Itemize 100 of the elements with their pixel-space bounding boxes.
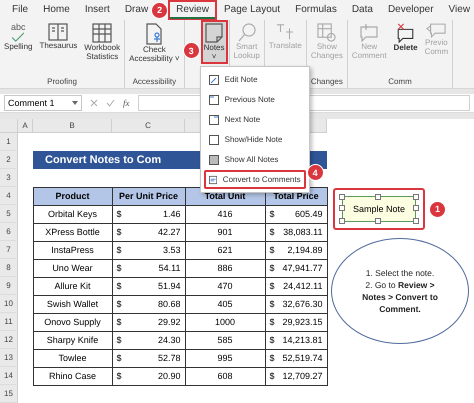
resize-handle[interactable] [375,218,381,224]
row-header[interactable]: 2 [0,151,18,169]
currency-symbol: $ [270,227,275,237]
sample-note[interactable]: Sample Note [342,196,416,222]
cell-value: 42.27 [158,227,180,237]
currency-symbol: $ [116,209,122,219]
document-person-icon [146,23,162,45]
cell-value: 20.90 [158,371,180,381]
row-header[interactable]: 1 [0,133,18,151]
row-header[interactable]: 8 [0,259,18,277]
comment-delete-icon [397,23,414,43]
check-icon[interactable] [106,99,115,107]
group-label: Accessibility [132,77,176,86]
row-header[interactable]: 12 [0,331,18,349]
cell-value: 29.92 [158,317,180,327]
ribbon-tab[interactable]: Home [37,2,76,18]
row-header[interactable]: 5 [0,205,18,223]
currency-symbol: $ [270,209,275,219]
currency-symbol: $ [270,263,275,273]
instruction-text: 1. Select the note. 2. Go to Review > Notes > Convert to Comment. [362,267,438,315]
currency-symbol: $ [116,263,122,273]
menu-item[interactable]: Previous Note [204,90,306,109]
resize-handle[interactable] [375,194,381,200]
row-header[interactable]: 10 [0,295,18,313]
table-cell: Rhino Case [32,366,112,386]
group-label: Proofing [47,77,77,86]
name-box[interactable]: Comment 1 [4,95,82,111]
column-header[interactable]: C [112,119,185,133]
cell-value: 32,676.30 [282,299,322,309]
column-header[interactable]: B [33,119,112,133]
cell-value: 52,519.74 [282,353,322,363]
row-header[interactable]: 15 [0,385,18,403]
currency-symbol: $ [116,227,122,237]
cancel-icon[interactable] [90,99,98,107]
ribbon-tab[interactable]: Developer [382,2,440,18]
table-icon [92,23,112,43]
currency-symbol: $ [270,353,275,363]
check-mark-icon [11,32,26,42]
ribbon-button[interactable]: Delete [390,20,421,55]
row-header[interactable]: 6 [0,223,18,241]
ribbon-tab[interactable]: Insert [78,2,116,18]
note-back-icon [208,94,219,104]
step-badge: 4 [306,164,324,181]
row-header[interactable]: 3 [0,169,18,187]
row-header[interactable]: 7 [0,241,18,259]
ribbon-button[interactable]: Workbook Statistics [81,20,124,64]
cell-value: 24.30 [158,335,180,345]
row-header[interactable]: 11 [0,313,18,331]
cell-value: 52.78 [158,353,180,363]
resize-handle[interactable] [339,218,345,224]
row-header[interactable]: 4 [0,187,18,205]
comment-convert-icon [208,174,217,184]
resize-handle[interactable] [413,218,419,224]
menu-item[interactable]: Show/Hide Note [204,130,306,149]
row-header[interactable]: 13 [0,349,18,367]
menu-item[interactable]: Edit Note [204,70,306,89]
cell-value: 51.94 [158,281,180,291]
ribbon-tab[interactable]: File [6,2,34,18]
search-icon [238,23,256,42]
column-heading: Product [32,186,112,206]
group-label: Changes [310,77,343,86]
column-header[interactable]: A [18,119,33,133]
comment-plus-icon [360,23,378,42]
ribbon-tab[interactable]: View [442,2,474,18]
sheet-clock-icon [317,23,336,42]
notes-stack-icon [208,154,219,164]
cell-value: 1.46 [162,209,180,219]
currency-symbol: $ [116,335,122,345]
step-badge: 2 [151,2,168,18]
ribbon-tab[interactable]: Review [170,2,215,18]
ribbon-tab[interactable]: Page Layout [218,2,286,18]
ribbon-button[interactable]: Notes ˅ [200,20,228,64]
book-icon [48,23,68,41]
translate-icon [276,23,294,41]
cell-value: 29,923.15 [282,317,322,327]
cell-value: 47,941.77 [282,263,322,273]
row-header[interactable]: 9 [0,277,18,295]
group-label: Comm [388,77,412,86]
ribbon-button[interactable]: Check Accessibility ˅ [126,20,183,66]
ribbon-tab[interactable]: Data [346,2,379,18]
formula-input[interactable] [138,95,470,111]
column-heading: Per Unit Price [112,186,186,206]
currency-symbol: $ [116,245,122,255]
insert-function-button[interactable]: fx [123,98,130,108]
currency-symbol: $ [116,299,122,309]
menu-item[interactable]: Next Note [204,110,306,129]
ribbon-button[interactable]: abc Spelling [1,20,36,54]
cell-value: 54.11 [158,263,180,273]
currency-symbol: $ [270,245,275,255]
cell-value: 605.49 [294,209,322,219]
currency-symbol: $ [116,281,122,291]
ribbon-button[interactable]: Thesaurus [36,20,80,53]
note-icon [205,23,224,43]
cell-value: 3.53 [162,245,180,255]
cell-value: 14,213.81 [282,335,322,345]
ribbon-tab[interactable]: Formulas [289,2,343,18]
row-header[interactable]: 14 [0,367,18,385]
note-forward-icon [208,114,219,124]
step-badge: 1 [429,200,446,218]
currency-symbol: $ [116,371,122,381]
